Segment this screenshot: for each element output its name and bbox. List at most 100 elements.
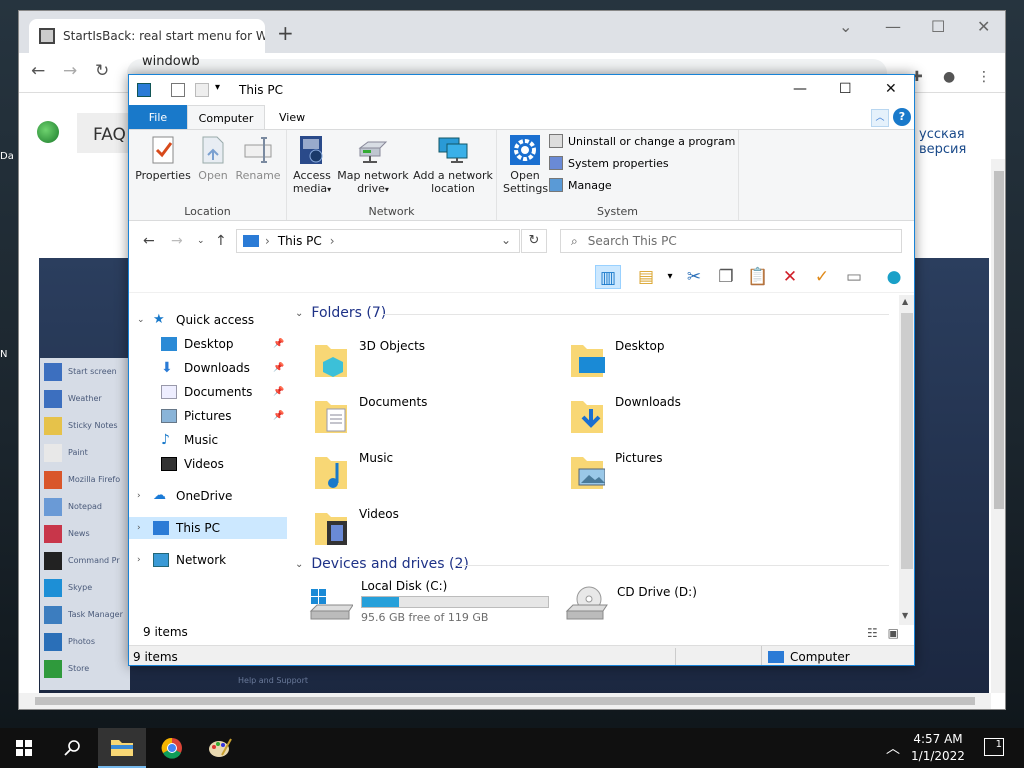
address-bar-text[interactable]: windowb	[142, 54, 200, 69]
nav-videos[interactable]: Videos	[129, 453, 287, 475]
desktop-label-1[interactable]: Da	[0, 150, 18, 164]
russian-version-link[interactable]: усская версия	[919, 127, 991, 157]
folder-pictures[interactable]: Pictures	[569, 447, 809, 499]
nav-quick-access[interactable]: ⌄ ★ Quick access	[129, 309, 287, 331]
nav-desktop[interactable]: Desktop 📌	[129, 333, 287, 355]
reload-icon[interactable]: ↻	[95, 61, 109, 81]
start-button[interactable]	[0, 728, 48, 768]
details-view-icon[interactable]: ☷	[867, 626, 878, 640]
nav-this-pc[interactable]: › This PC	[129, 517, 287, 539]
rename-button[interactable]: Rename	[233, 134, 283, 182]
explorer-maximize-icon[interactable]: ☐	[839, 81, 852, 97]
properties-button[interactable]: Properties	[135, 134, 191, 182]
refresh-button[interactable]: ↻	[521, 229, 547, 253]
help-icon[interactable]: ?	[893, 108, 911, 126]
folder-music[interactable]: Music	[313, 447, 553, 499]
taskbar-chrome[interactable]	[148, 728, 196, 768]
tab-view[interactable]: View	[267, 105, 317, 129]
folders-group-header[interactable]: ⌄ Folders (7)	[295, 305, 386, 321]
nav-downloads[interactable]: ⬇ Downloads 📌	[129, 357, 287, 379]
drive-c[interactable]: Local Disk (C:) 95.6 GB free of 119 GB	[309, 579, 559, 625]
open-button[interactable]: Open	[193, 134, 233, 182]
drive-d[interactable]: CD Drive (D:)	[565, 579, 805, 625]
tab-computer[interactable]: Computer	[187, 105, 265, 129]
map-network-drive-button[interactable]: Map network drive▾	[337, 134, 409, 196]
nav-onedrive[interactable]: › ☁ OneDrive	[129, 485, 287, 507]
forward-icon[interactable]: →	[63, 61, 77, 81]
explorer-minimize-icon[interactable]: —	[793, 81, 807, 97]
pin-icon[interactable]: 📌	[273, 387, 284, 397]
folder-desktop[interactable]: Desktop	[569, 335, 809, 387]
properties-qat-icon[interactable]	[171, 83, 185, 97]
explorer-forward-icon[interactable]: →	[171, 233, 183, 249]
paste-icon[interactable]: 📋	[745, 265, 771, 289]
taskbar-search-button[interactable]	[48, 728, 96, 768]
nav-music[interactable]: ♪ Music	[129, 429, 287, 451]
chevron-down-icon[interactable]: ⌄	[295, 308, 303, 319]
globe-icon[interactable]: ●	[881, 265, 907, 289]
nav-pictures[interactable]: Pictures 📌	[129, 405, 287, 427]
site-globe-icon[interactable]	[37, 121, 59, 143]
large-icons-view-icon[interactable]: ▣	[888, 626, 899, 640]
nav-documents[interactable]: Documents 📌	[129, 381, 287, 403]
cut-icon[interactable]: ✂	[681, 265, 707, 289]
uninstall-program-button[interactable]: Uninstall or change a program	[549, 134, 735, 148]
taskbar-paint[interactable]	[196, 728, 244, 768]
browser-minimize-icon[interactable]: —	[885, 17, 901, 36]
notification-center-icon[interactable]: 1	[984, 738, 1004, 756]
delete-icon[interactable]: ✕	[777, 265, 803, 289]
browser-close-icon[interactable]: ✕	[977, 17, 990, 36]
system-properties-button[interactable]: System properties	[549, 156, 669, 170]
scroll-up-icon[interactable]: ▲	[902, 297, 908, 306]
chevron-right-icon[interactable]: ›	[137, 491, 141, 501]
copy-icon[interactable]: ❐	[713, 265, 739, 289]
navigation-pane-icon[interactable]: ▥	[595, 265, 621, 289]
rename-toolbar-icon[interactable]: ▭	[841, 265, 867, 289]
layout-icon[interactable]: ▤	[633, 265, 659, 289]
pin-icon[interactable]: 📌	[273, 363, 284, 373]
browser-horizontal-scrollbar[interactable]	[19, 693, 991, 709]
chevron-right-icon[interactable]: ›	[137, 555, 141, 565]
new-folder-qat-icon[interactable]	[195, 83, 209, 97]
search-input[interactable]: ⌕ Search This PC	[560, 229, 902, 253]
layout-dropdown-icon[interactable]: ▾	[657, 265, 683, 289]
scroll-thumb[interactable]	[901, 313, 913, 569]
menu-icon[interactable]: ⋮	[977, 69, 991, 85]
chevron-right-icon[interactable]: ›	[137, 523, 141, 533]
folder-documents[interactable]: Documents	[313, 391, 553, 443]
browser-tab[interactable]: StartIsBack: real start menu for W ✕	[29, 19, 265, 53]
chevron-down-icon[interactable]: ⌄	[295, 559, 303, 570]
browser-maximize-icon[interactable]: ☐	[931, 17, 945, 36]
devices-group-header[interactable]: ⌄ Devices and drives (2)	[295, 556, 469, 572]
browser-dropdown-icon[interactable]: ⌄	[839, 17, 852, 36]
qat-dropdown-icon[interactable]: ▾	[215, 82, 220, 93]
tray-chevron-up-icon[interactable]: ︿	[886, 738, 900, 758]
desktop-label-2[interactable]: N	[0, 348, 18, 362]
pin-icon[interactable]: 📌	[273, 411, 284, 421]
breadcrumb-chevron[interactable]: ›	[265, 234, 270, 248]
folder-3d-objects[interactable]: 3D Objects	[313, 335, 553, 387]
check-icon[interactable]: ✓	[809, 265, 835, 289]
nav-network[interactable]: › Network	[129, 549, 287, 571]
open-settings-button[interactable]: Open Settings	[503, 134, 548, 195]
ribbon-collapse-icon[interactable]: ︿	[871, 109, 889, 127]
access-media-button[interactable]: Access media▾	[291, 134, 333, 196]
taskbar-file-explorer[interactable]	[98, 728, 146, 768]
tab-file[interactable]: File	[129, 105, 187, 129]
folder-videos[interactable]: Videos	[313, 503, 553, 555]
address-dropdown-icon[interactable]: ⌄	[501, 233, 511, 247]
browser-vertical-scrollbar[interactable]	[991, 159, 1005, 693]
explorer-back-icon[interactable]: ←	[143, 233, 155, 249]
add-network-location-button[interactable]: Add a network location	[411, 134, 495, 195]
manage-button[interactable]: Manage	[549, 178, 612, 192]
folder-downloads[interactable]: Downloads	[569, 391, 809, 443]
pin-icon[interactable]: 📌	[273, 339, 284, 349]
explorer-close-icon[interactable]: ✕	[885, 81, 897, 97]
profile-icon[interactable]: ●	[943, 69, 955, 85]
recent-locations-icon[interactable]: ⌄	[197, 236, 205, 246]
content-vertical-scrollbar[interactable]: ▲ ▼	[899, 295, 914, 625]
scroll-down-icon[interactable]: ▼	[902, 611, 908, 620]
breadcrumb-chevron[interactable]: ›	[330, 234, 335, 248]
this-pc-icon[interactable]	[137, 83, 151, 97]
breadcrumb-this-pc[interactable]: This PC	[278, 234, 322, 248]
